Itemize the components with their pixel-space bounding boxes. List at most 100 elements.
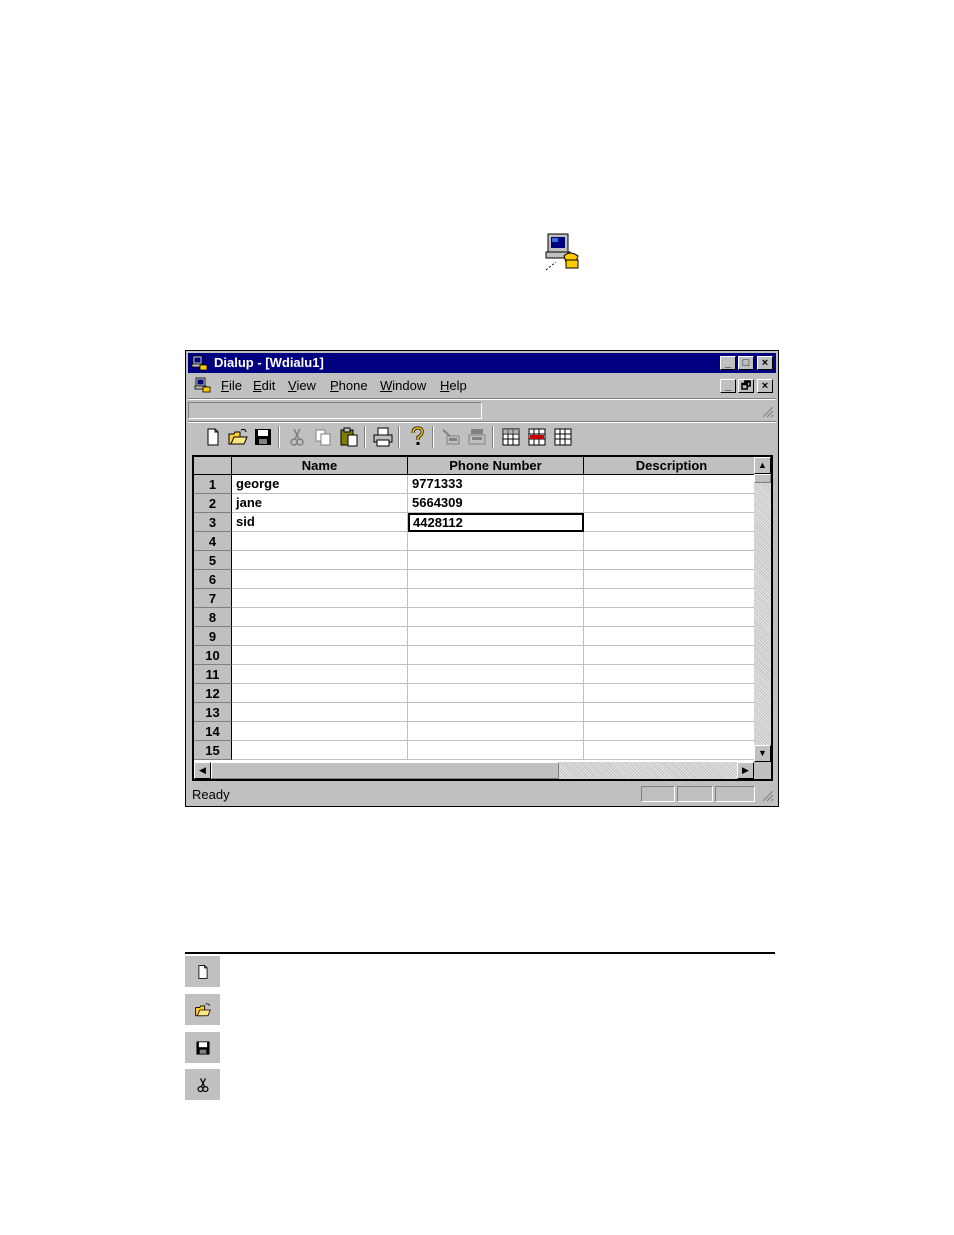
scroll-down-icon[interactable]: ▼ [754, 745, 771, 762]
paste-icon[interactable] [338, 426, 360, 448]
row-header[interactable]: 11 [194, 665, 232, 684]
cell-name[interactable] [232, 570, 408, 589]
open-folder-icon[interactable] [227, 426, 249, 448]
grid-corner[interactable] [194, 457, 232, 475]
grid-add-icon[interactable] [500, 426, 522, 448]
cell-description[interactable] [584, 684, 760, 703]
scroll-up-icon[interactable]: ▲ [754, 457, 771, 474]
row-header[interactable]: 1 [194, 475, 232, 494]
cell-phone[interactable] [408, 570, 584, 589]
cell-description[interactable] [584, 646, 760, 665]
cell-phone[interactable] [408, 703, 584, 722]
hangup-icon[interactable] [466, 426, 488, 448]
resize-grip-icon[interactable] [762, 406, 774, 418]
cell-name[interactable] [232, 589, 408, 608]
save-disk-icon[interactable] [252, 426, 274, 448]
cell-phone[interactable] [408, 532, 584, 551]
scroll-right-icon[interactable]: ▶ [737, 762, 754, 779]
address-bar[interactable] [188, 402, 482, 419]
cell-description[interactable] [584, 627, 760, 646]
horizontal-scroll-thumb[interactable] [211, 762, 559, 779]
row-header[interactable]: 4 [194, 532, 232, 551]
help-icon[interactable] [406, 426, 428, 448]
cell-phone[interactable] [408, 627, 584, 646]
vertical-scrollbar[interactable]: ▲ ▼ [754, 457, 771, 762]
cell-name[interactable] [232, 684, 408, 703]
cell-description[interactable] [584, 494, 760, 513]
child-restore-button[interactable]: 🗗 [738, 379, 754, 393]
row-header[interactable]: 8 [194, 608, 232, 627]
cell-phone[interactable]: 4428112 [408, 513, 584, 532]
column-header-phone[interactable]: Phone Number [408, 457, 584, 475]
cell-name[interactable] [232, 665, 408, 684]
cell-description[interactable] [584, 665, 760, 684]
maximize-button[interactable]: □ [738, 356, 754, 370]
cell-name[interactable] [232, 722, 408, 741]
resize-grip-icon[interactable] [762, 790, 774, 802]
cell-description[interactable] [584, 551, 760, 570]
cell-description[interactable] [584, 741, 760, 760]
cell-name[interactable] [232, 741, 408, 760]
cell-phone[interactable] [408, 646, 584, 665]
row-header[interactable]: 13 [194, 703, 232, 722]
horizontal-scrollbar[interactable]: ◀ ▶ [194, 762, 754, 779]
cell-phone[interactable] [408, 551, 584, 570]
row-header[interactable]: 7 [194, 589, 232, 608]
row-header[interactable]: 6 [194, 570, 232, 589]
cell-description[interactable] [584, 475, 760, 494]
menu-file[interactable]: File [221, 378, 242, 393]
cell-name[interactable] [232, 551, 408, 570]
print-icon[interactable] [372, 426, 394, 448]
column-header-description[interactable]: Description [584, 457, 760, 475]
cell-name[interactable]: sid [232, 513, 408, 532]
row-header[interactable]: 3 [194, 513, 232, 532]
child-minimize-button[interactable]: _ [720, 379, 736, 393]
dial-icon[interactable] [440, 426, 462, 448]
cell-description[interactable] [584, 589, 760, 608]
new-file-icon[interactable] [202, 426, 224, 448]
cell-phone[interactable] [408, 741, 584, 760]
row-header[interactable]: 15 [194, 741, 232, 760]
column-header-name[interactable]: Name [232, 457, 408, 475]
row-header[interactable]: 9 [194, 627, 232, 646]
row-header[interactable]: 5 [194, 551, 232, 570]
title-bar[interactable]: Dialup - [Wdialu1] _ □ × [188, 353, 776, 373]
close-button[interactable]: × [757, 356, 773, 370]
menu-window[interactable]: Window [380, 378, 426, 393]
cell-name[interactable] [232, 646, 408, 665]
cell-phone[interactable]: 5664309 [408, 494, 584, 513]
cell-description[interactable] [584, 532, 760, 551]
menu-view[interactable]: View [288, 378, 316, 393]
cell-name[interactable] [232, 608, 408, 627]
row-header[interactable]: 10 [194, 646, 232, 665]
cell-name[interactable]: george [232, 475, 408, 494]
scroll-left-icon[interactable]: ◀ [194, 762, 211, 779]
grid-icon[interactable] [552, 426, 574, 448]
cell-phone[interactable] [408, 684, 584, 703]
cell-name[interactable]: jane [232, 494, 408, 513]
vertical-scroll-thumb[interactable] [754, 474, 771, 483]
menu-phone[interactable]: Phone [330, 378, 368, 393]
cell-name[interactable] [232, 627, 408, 646]
cell-name[interactable] [232, 703, 408, 722]
cell-phone[interactable] [408, 589, 584, 608]
copy-icon[interactable] [312, 426, 334, 448]
row-header[interactable]: 12 [194, 684, 232, 703]
menu-edit[interactable]: Edit [253, 378, 275, 393]
row-header[interactable]: 14 [194, 722, 232, 741]
cut-scissors-icon[interactable] [286, 426, 308, 448]
cell-phone[interactable] [408, 608, 584, 627]
child-close-button[interactable]: × [757, 379, 773, 393]
minimize-button[interactable]: _ [720, 356, 736, 370]
cell-phone[interactable] [408, 665, 584, 684]
cell-phone[interactable]: 9771333 [408, 475, 584, 494]
cell-description[interactable] [584, 703, 760, 722]
cell-description[interactable] [584, 722, 760, 741]
cell-phone[interactable] [408, 722, 584, 741]
cell-description[interactable] [584, 608, 760, 627]
menu-help[interactable]: Help [440, 378, 467, 393]
row-header[interactable]: 2 [194, 494, 232, 513]
cell-name[interactable] [232, 532, 408, 551]
grid-remove-icon[interactable] [526, 426, 548, 448]
cell-description[interactable] [584, 513, 760, 532]
